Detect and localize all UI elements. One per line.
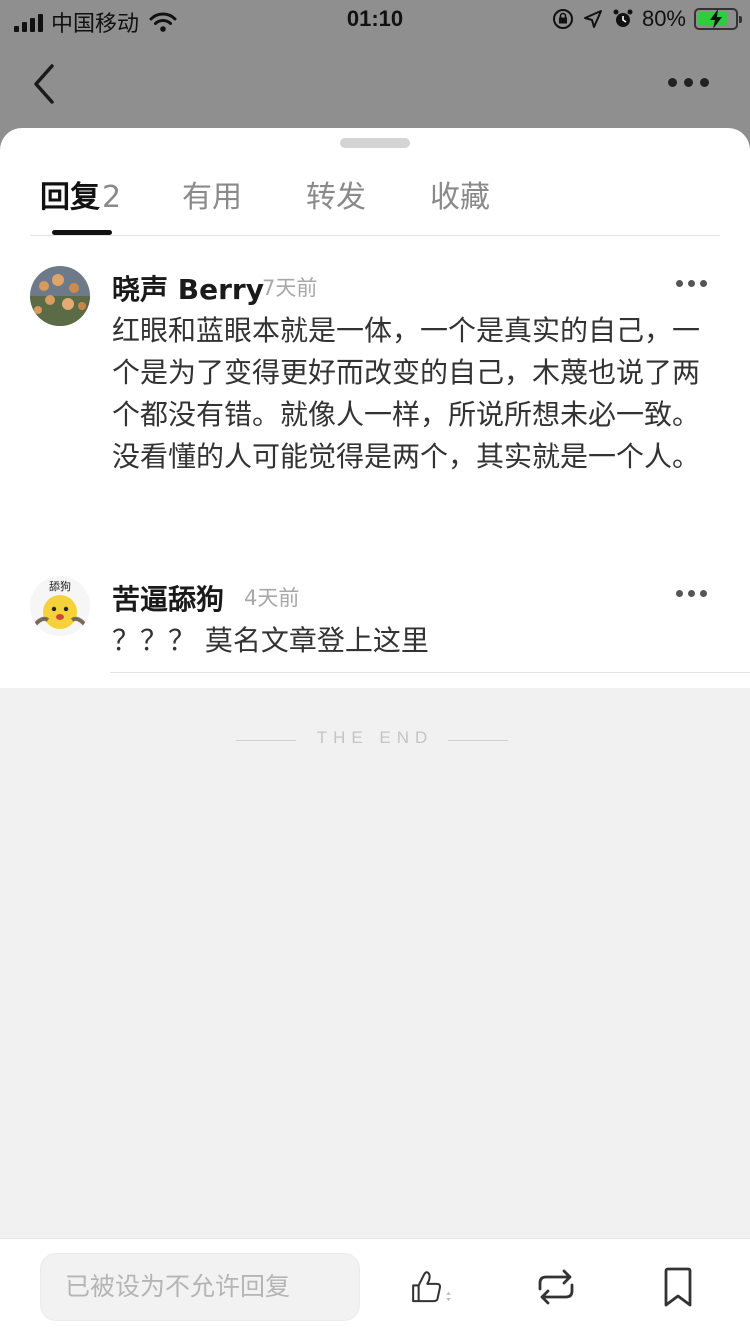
tab-repost[interactable]: 转发 [306, 172, 366, 216]
charging-icon [710, 9, 722, 29]
comment-more-icon[interactable] [676, 280, 707, 287]
end-line-right [448, 740, 508, 741]
alarm-icon [613, 9, 633, 27]
avatar[interactable]: 舔狗 [30, 576, 90, 636]
comments-sheet: 回复2 有用 转发 收藏 晓声 Berry 7天前 红眼和蓝眼本就是一体，一个是… [0, 128, 750, 688]
reply-input[interactable]: 已被设为不允许回复 [40, 1253, 360, 1321]
sheet-handle[interactable] [340, 138, 410, 148]
avatar[interactable] [30, 266, 90, 326]
more-icon[interactable] [668, 78, 709, 87]
comment-time: 4天前 [244, 586, 300, 610]
tab-bar: 回复2 有用 转发 收藏 [0, 172, 750, 234]
location-icon [583, 10, 602, 28]
back-icon[interactable] [28, 62, 60, 106]
comment-author[interactable]: 苦逼舔狗 [112, 578, 224, 618]
end-text: THE END [316, 728, 434, 747]
comment-author[interactable]: 晓声 Berry [112, 268, 264, 308]
bottom-bar: 已被设为不允许回复 [0, 1238, 750, 1334]
tab-useful[interactable]: 有用 [182, 172, 242, 216]
tab-replies[interactable]: 回复2 [40, 172, 121, 216]
like-icon[interactable] [410, 1265, 454, 1309]
comment-divider [110, 672, 750, 673]
comment-text: 红眼和蓝眼本就是一体，一个是真实的自己，一个是为了变得更好而改变的自己，木蔑也说… [112, 314, 701, 473]
battery-percent: 80% [641, 6, 686, 31]
flowers-photo [30, 266, 90, 326]
bookmark-icon[interactable] [656, 1265, 700, 1309]
status-bar: 中国移动 01:10 80% [0, 0, 750, 40]
avatar-caption: 舔狗 [49, 580, 71, 593]
end-marker: THE END [0, 728, 750, 752]
tab-replies-count: 2 [102, 180, 122, 215]
battery-icon [694, 8, 742, 30]
tab-replies-label: 回复 [40, 180, 100, 215]
comment-more-icon[interactable] [676, 590, 707, 597]
comment-text: ？？？ 莫名文章登上这里 [112, 624, 429, 657]
tab-favorites[interactable]: 收藏 [430, 172, 490, 216]
comment-time: 7天前 [262, 276, 318, 300]
status-right: 80% [552, 6, 742, 32]
repost-icon[interactable] [534, 1265, 578, 1309]
tabs-divider [30, 235, 720, 236]
rotation-lock-icon [552, 9, 573, 29]
